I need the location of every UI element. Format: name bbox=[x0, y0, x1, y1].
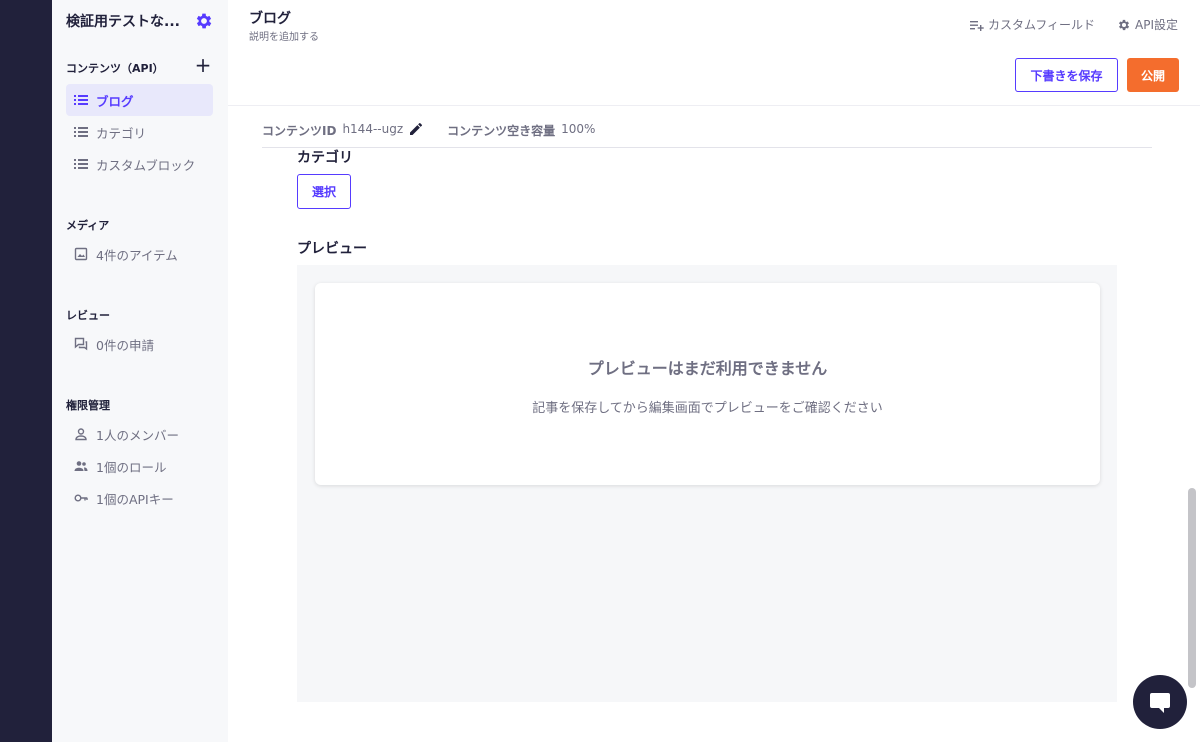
capacity-value: 100% bbox=[561, 122, 596, 136]
custom-field-label: カスタムフィールド bbox=[987, 18, 1095, 32]
custom-field-link[interactable]: カスタムフィールド bbox=[969, 16, 1095, 33]
playlist-add-icon bbox=[969, 20, 984, 31]
list-icon bbox=[74, 95, 88, 105]
service-header: 検証用テストな... bbox=[66, 8, 214, 34]
sidebar-item-label: 0件の申請 bbox=[96, 337, 154, 353]
save-draft-button[interactable]: 下書きを保存 bbox=[1015, 58, 1118, 92]
sidebar-item-members[interactable]: 1人のメンバー bbox=[66, 418, 213, 450]
person-icon bbox=[75, 428, 87, 441]
sidebar-item-label: ブログ bbox=[96, 93, 134, 109]
sidebar-item-label: 1個のAPIキー bbox=[96, 491, 174, 507]
sidebar-item-api-keys[interactable]: 1個のAPIキー bbox=[66, 482, 213, 514]
sidebar-item-label: 4件のアイテム bbox=[96, 247, 178, 263]
list-icon bbox=[74, 159, 88, 169]
api-settings-link[interactable]: API設定 bbox=[1117, 16, 1178, 33]
sidebar-item-media[interactable]: 4件のアイテム bbox=[66, 238, 213, 270]
sidebar-item-category[interactable]: カテゴリ bbox=[66, 116, 213, 148]
section-title-review: レビュー bbox=[66, 309, 110, 322]
api-settings-label: API設定 bbox=[1135, 18, 1178, 32]
pencil-icon[interactable] bbox=[409, 122, 423, 136]
sidebar-item-label: 1人のメンバー bbox=[96, 427, 179, 443]
image-icon bbox=[74, 247, 88, 261]
sidebar-item-label: 1個のロール bbox=[96, 459, 167, 475]
category-field-label: カテゴリ bbox=[297, 150, 353, 166]
sidebar-item-label: カスタムブロック bbox=[96, 157, 196, 173]
gear-icon bbox=[1118, 19, 1130, 30]
preview-area: プレビューはまだ利用できません 記事を保存してから編集画面でプレビューをご確認く… bbox=[297, 265, 1117, 702]
gear-icon[interactable] bbox=[194, 11, 214, 31]
content-meta: コンテンツID h144--ugz コンテンツ空き容量 100% bbox=[262, 122, 1152, 148]
preview-unavailable-title: プレビューはまだ利用できません bbox=[587, 359, 828, 378]
service-name[interactable]: 検証用テストな... bbox=[66, 11, 180, 31]
preview-unavailable-description: 記事を保存してから編集画面でプレビューをご確認ください bbox=[532, 401, 883, 416]
app-rail bbox=[0, 0, 52, 742]
section-title-permissions: 権限管理 bbox=[66, 399, 110, 412]
sidebar-item-blog[interactable]: ブログ bbox=[66, 84, 213, 116]
chat-bubbles-icon bbox=[74, 337, 88, 351]
page-title: ブログ bbox=[249, 11, 291, 27]
content-id-value: h144--ugz bbox=[342, 122, 404, 136]
sidebar-item-review[interactable]: 0件の申請 bbox=[66, 328, 213, 360]
add-description-link[interactable]: 説明を追加する bbox=[249, 28, 319, 43]
content-header: ブログ 説明を追加する カスタムフィールド API設定 下書きを保存 公開 bbox=[228, 0, 1200, 106]
scrollbar[interactable] bbox=[1188, 488, 1196, 688]
list-icon bbox=[74, 127, 88, 137]
plus-icon[interactable]: + bbox=[194, 55, 212, 75]
preview-field-label: プレビュー bbox=[297, 241, 367, 257]
chat-support-button[interactable] bbox=[1133, 675, 1187, 729]
content-id-label: コンテンツID bbox=[262, 124, 337, 138]
preview-card: プレビューはまだ利用できません 記事を保存してから編集画面でプレビューをご確認く… bbox=[315, 283, 1100, 485]
sidebar-item-custom-block[interactable]: カスタムブロック bbox=[66, 148, 213, 180]
sidebar-item-label: カテゴリ bbox=[96, 125, 147, 141]
chat-icon bbox=[1150, 693, 1170, 713]
category-select-button[interactable]: 選択 bbox=[297, 174, 351, 209]
publish-button[interactable]: 公開 bbox=[1127, 58, 1179, 92]
sidebar-item-roles[interactable]: 1個のロール bbox=[66, 450, 213, 482]
section-title-contents: コンテンツ（API） bbox=[66, 62, 164, 75]
sidebar: 検証用テストな... コンテンツ（API） + ブログ カテゴリ カスタムブロッ… bbox=[52, 0, 228, 742]
group-icon bbox=[74, 461, 88, 471]
capacity-label: コンテンツ空き容量 bbox=[447, 124, 556, 138]
section-title-media: メディア bbox=[66, 219, 110, 232]
header-links: カスタムフィールド API設定 bbox=[969, 16, 1178, 33]
key-icon bbox=[74, 494, 88, 502]
